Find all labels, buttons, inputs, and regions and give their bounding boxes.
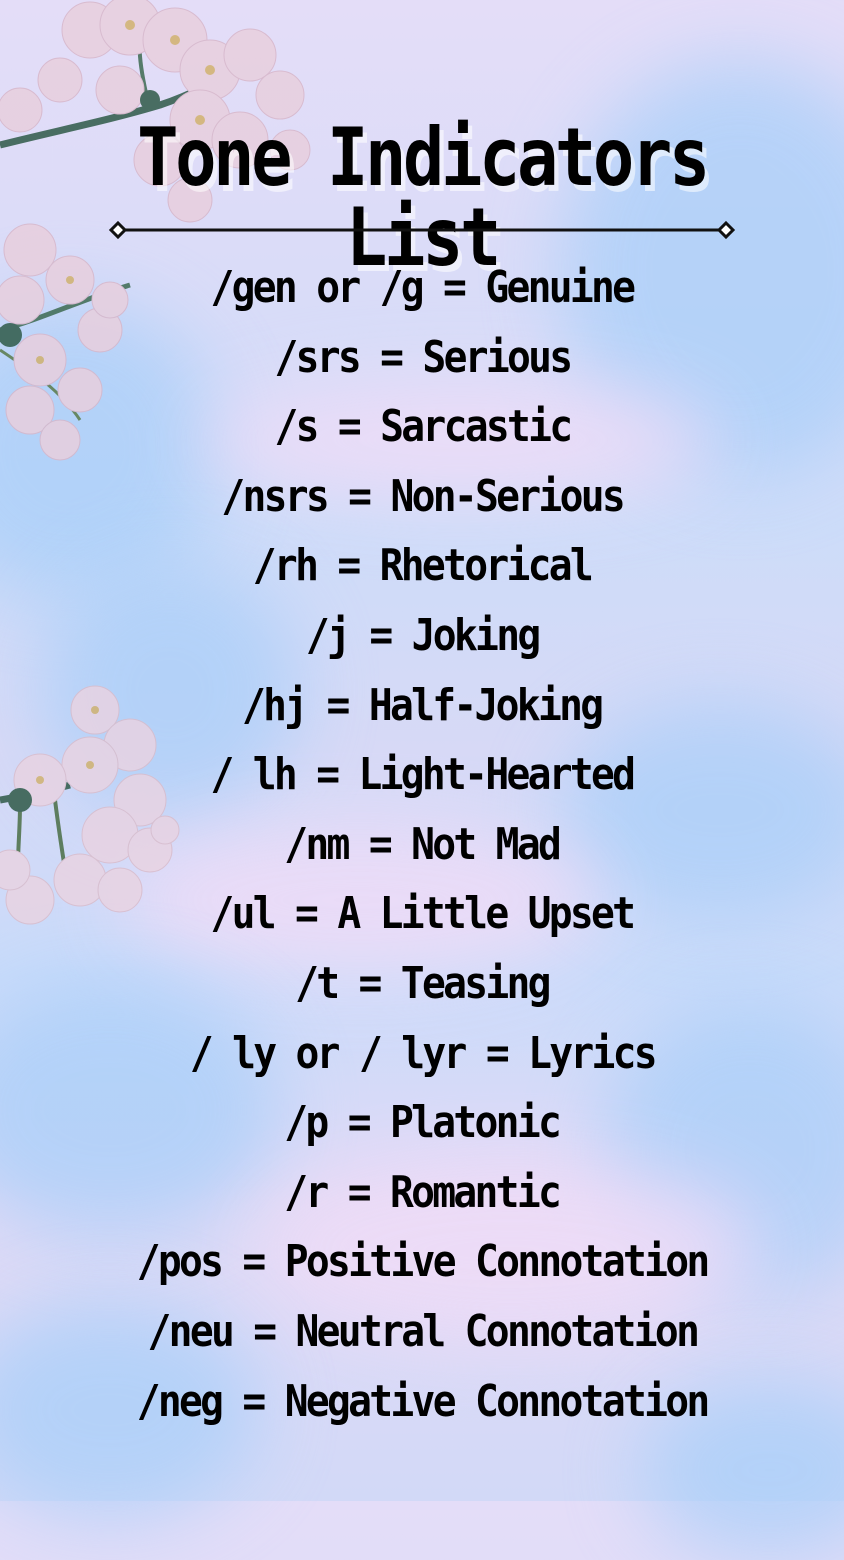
divider-diamond-left-icon xyxy=(108,220,128,240)
list-item: /p = Platonic xyxy=(284,1097,563,1149)
list-item: /r = Romantic xyxy=(284,1166,563,1218)
list-item: /t = Teasing xyxy=(295,957,551,1009)
divider-diamond-right-icon xyxy=(716,220,736,240)
list-item: /gen or /g = Genuine xyxy=(210,262,637,313)
page-title: Tone Indicators List xyxy=(137,111,710,284)
list-item: /j = Joking xyxy=(305,609,541,661)
list-item: /rh = Rhetorical xyxy=(252,540,594,592)
list-item: /neg = Negative Connotation xyxy=(136,1375,711,1427)
indicator-list: /gen or /g = Genuine /srs = Serious /s =… xyxy=(0,258,844,1441)
list-item: /nm = Not Mad xyxy=(284,818,563,870)
list-item: /ul = A Little Upset xyxy=(210,888,637,940)
list-item: /neu = Neutral Connotation xyxy=(147,1305,699,1357)
list-item: /srs = Serious xyxy=(274,331,573,383)
list-item: /pos = Positive Connotation xyxy=(136,1236,711,1288)
list-item: /nsrs = Non-Serious xyxy=(221,470,625,522)
list-item: / ly or / lyr = Lyrics xyxy=(189,1027,657,1079)
list-item: / lh = Light-Hearted xyxy=(210,749,637,801)
title-divider xyxy=(108,220,736,240)
list-item: /hj = Half-Joking xyxy=(242,679,604,731)
list-item: /s = Sarcastic xyxy=(274,401,573,453)
